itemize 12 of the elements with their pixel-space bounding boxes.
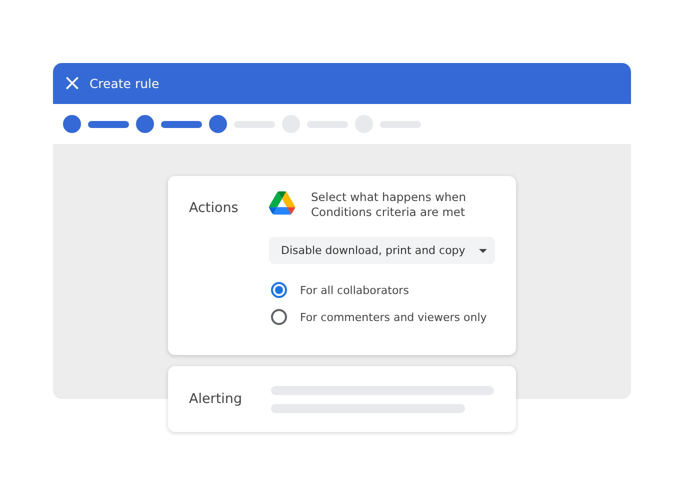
radio-button[interactable] [271,282,287,298]
close-button[interactable]: × [61,72,84,94]
radio-label: For all collaborators [300,284,409,296]
caret-icon [479,248,487,252]
section-heading: Actions [189,200,240,218]
action-dropdown[interactable]: Disable download, print and copy [269,237,495,264]
window-title: Create rule [89,76,160,91]
section-heading: Alerting [189,391,244,407]
radio-button[interactable] [271,309,287,325]
radio-label: For commenters and viewers only [300,310,487,324]
drive-icon [269,191,295,215]
description-text: Select what happens when Conditions criteria are met [311,190,468,220]
